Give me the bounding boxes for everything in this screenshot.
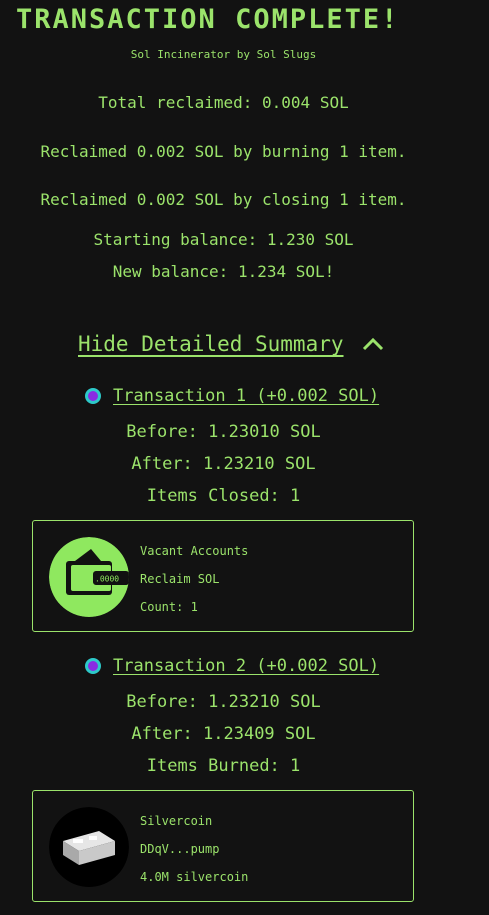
- svg-text:.0000: .0000: [95, 575, 119, 584]
- transaction-1-header: Transaction 1 (+0.002 SOL): [85, 386, 379, 406]
- status-dot-icon: [85, 658, 101, 674]
- tx2-after: After: 1.23409 SOL: [131, 724, 316, 744]
- total-reclaimed: Total reclaimed: 0.004 SOL: [98, 93, 349, 112]
- starting-balance: Starting balance: 1.230 SOL: [93, 230, 354, 249]
- chevron-up-icon: [362, 337, 383, 351]
- app-subtitle: Sol Incinerator by Sol Slugs: [130, 48, 317, 61]
- item-card-silvercoin: Silvercoin DDqV...pump 4.0M silvercoin: [32, 790, 414, 902]
- item-count: Count: 1: [140, 600, 198, 614]
- new-balance: New balance: 1.234 SOL!: [112, 262, 335, 281]
- item-name: Silvercoin: [140, 814, 213, 828]
- tx2-before: Before: 1.23210 SOL: [126, 692, 321, 712]
- hide-detailed-summary-toggle[interactable]: Hide Detailed Summary: [78, 332, 384, 356]
- transaction-2-header: Transaction 2 (+0.002 SOL): [85, 656, 379, 676]
- page-title: TRANSACTION COMPLETE!: [16, 4, 400, 35]
- item-name: Vacant Accounts: [140, 544, 249, 558]
- silver-bar-icon: [49, 807, 129, 887]
- wallet-icon: .0000: [49, 537, 129, 617]
- tx2-items: Items Burned: 1: [146, 756, 301, 776]
- reclaimed-burning: Reclaimed 0.002 SOL by burning 1 item.: [40, 142, 407, 161]
- transaction-1-link[interactable]: Transaction 1 (+0.002 SOL): [113, 386, 379, 406]
- toggle-label: Hide Detailed Summary: [78, 332, 344, 356]
- item-detail: Reclaim SOL: [140, 572, 220, 586]
- status-dot-icon: [85, 388, 101, 404]
- tx1-items: Items Closed: 1: [146, 486, 301, 506]
- item-card-vacant-accounts: .0000 Vacant Accounts Reclaim SOL Count:…: [32, 520, 414, 632]
- item-mint: DDqV...pump: [140, 842, 220, 856]
- reclaimed-closing: Reclaimed 0.002 SOL by closing 1 item.: [40, 190, 407, 209]
- tx1-before: Before: 1.23010 SOL: [126, 422, 321, 442]
- transaction-2-link[interactable]: Transaction 2 (+0.002 SOL): [113, 656, 379, 676]
- tx1-after: After: 1.23210 SOL: [131, 454, 316, 474]
- item-amount: 4.0M silvercoin: [140, 870, 249, 884]
